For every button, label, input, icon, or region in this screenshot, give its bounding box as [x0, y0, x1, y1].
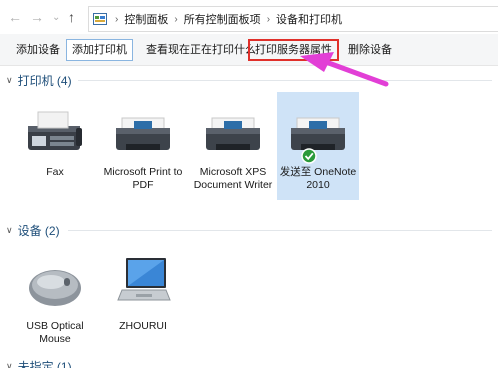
collapse-chevron-icon[interactable]: ∨	[6, 75, 13, 86]
device-label: 发送至 OneNote 2010	[279, 166, 357, 191]
devices-group-title: 设备 (2)	[17, 224, 60, 238]
default-check-icon	[301, 148, 317, 164]
device-print-to-pdf[interactable]: Microsoft Print to PDF	[102, 98, 184, 192]
breadcrumb-separator: ›	[174, 13, 178, 25]
collapse-chevron-icon[interactable]: ∨	[6, 225, 13, 236]
command-bar: 添加设备 添加打印机 查看现在正在打印什么 打印服务器属性 删除设备	[0, 34, 498, 66]
device-fax[interactable]: Fax	[14, 98, 96, 179]
printer-icon	[291, 117, 345, 164]
device-label: Fax	[46, 166, 64, 178]
device-label: Microsoft XPS Document Writer	[193, 166, 273, 191]
device-label: USB Optical Mouse	[26, 320, 84, 345]
printers-group-header[interactable]: ∨ 打印机 (4)	[6, 72, 72, 89]
address-bar: ← → ⌄ ↑ › 控制面板 › 所有控制面板项 › 设备和打印机	[0, 0, 498, 34]
recent-locations-icon[interactable]: ⌄	[52, 10, 60, 26]
remove-device-button[interactable]: 删除设备	[342, 39, 398, 61]
print-server-properties-button[interactable]: 打印服务器属性	[248, 39, 339, 61]
printer-icon	[116, 117, 170, 150]
add-printer-button[interactable]: 添加打印机	[66, 39, 133, 61]
device-usb-mouse[interactable]: USB Optical Mouse	[14, 252, 96, 346]
unspecified-group-title: 未指定 (1)	[17, 360, 72, 368]
device-xps-writer[interactable]: Microsoft XPS Document Writer	[192, 98, 274, 192]
printer-icon	[206, 117, 260, 150]
forward-button[interactable]: →	[30, 9, 44, 25]
breadcrumb-separator: ›	[266, 13, 271, 25]
add-device-button[interactable]: 添加设备	[10, 39, 66, 61]
printers-group-title: 打印机 (4)	[17, 74, 72, 88]
mouse-icon	[29, 270, 81, 306]
breadcrumb-devices-printers[interactable]: 设备和打印机	[276, 11, 342, 27]
breadcrumb[interactable]: › 控制面板 › 所有控制面板项 › 设备和打印机	[88, 6, 498, 32]
device-label: ZHOURUI	[119, 320, 167, 332]
breadcrumb-all-items[interactable]: 所有控制面板项	[184, 11, 261, 27]
back-button[interactable]: ←	[8, 9, 22, 25]
device-label: Microsoft Print to PDF	[103, 166, 183, 191]
up-button[interactable]: ↑	[68, 9, 75, 25]
group-divider	[68, 230, 492, 231]
fax-icon	[28, 111, 82, 150]
collapse-chevron-icon[interactable]: ∨	[6, 361, 13, 368]
see-whats-printing-button[interactable]: 查看现在正在打印什么	[140, 39, 262, 61]
breadcrumb-control-panel[interactable]: 控制面板	[124, 11, 168, 27]
unspecified-group-header[interactable]: ∨ 未指定 (1)	[6, 358, 72, 368]
laptop-icon	[117, 258, 171, 301]
group-divider	[78, 80, 492, 81]
device-zhourui[interactable]: ZHOURUI	[102, 252, 184, 333]
devices-group-header[interactable]: ∨ 设备 (2)	[6, 222, 60, 239]
device-send-to-onenote[interactable]: 发送至 OneNote 2010	[277, 92, 359, 200]
control-panel-icon	[93, 13, 107, 25]
breadcrumb-separator: ›	[115, 13, 119, 25]
